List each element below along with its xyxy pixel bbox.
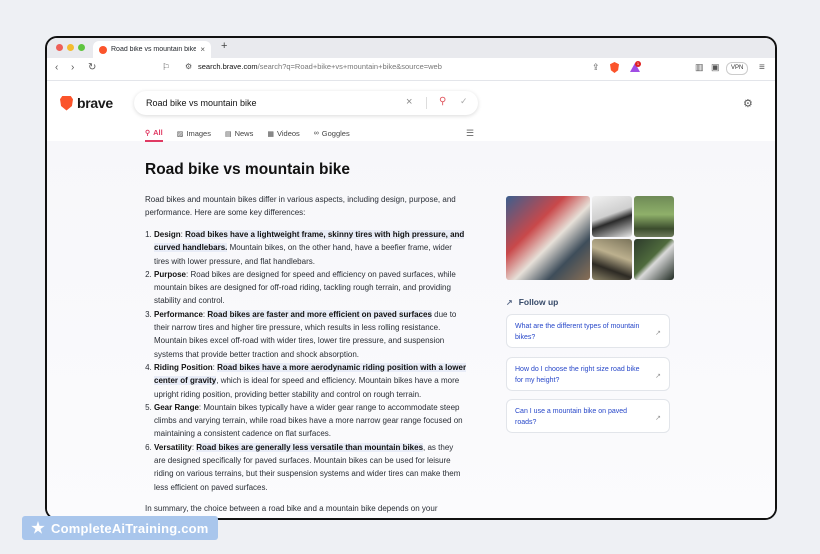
- minimize-window-button[interactable]: [67, 44, 74, 51]
- arrow-up-right-icon: ↗: [655, 415, 661, 422]
- mountain-bike-image[interactable]: [634, 239, 674, 280]
- tab-goggles[interactable]: ∞ Goggles: [314, 128, 350, 142]
- answer-title: Road bike vs mountain bike: [145, 161, 350, 178]
- road-bike-image[interactable]: [592, 196, 632, 237]
- bike-comparison-image[interactable]: [592, 239, 632, 280]
- search-icon: ⚲: [145, 129, 151, 137]
- follow-up-question[interactable]: Can I use a mountain bike on paved roads…: [506, 399, 670, 433]
- tab-title: Road bike vs mountain bike: [111, 46, 197, 53]
- result-type-tabs: ⚲ All ▨ Images ▤ News ▦ Videos ∞ Goggles: [145, 128, 350, 142]
- maximize-window-button[interactable]: [78, 44, 85, 51]
- follow-up-question[interactable]: How do I choose the right size road bike…: [506, 357, 670, 391]
- reload-icon[interactable]: ↻: [88, 62, 96, 73]
- forward-icon[interactable]: ›: [71, 62, 74, 73]
- list-item: Riding Position: Road bikes have a more …: [154, 361, 467, 401]
- filter-settings-icon[interactable]: ☰: [466, 128, 474, 139]
- list-item: Performance: Road bikes are faster and m…: [154, 308, 467, 361]
- mountain-biker-image[interactable]: [634, 196, 674, 237]
- brave-wordmark: brave: [77, 95, 113, 111]
- browser-window: Road bike vs mountain bike × + ‹ › ↻ ⚐ ⚙…: [45, 36, 777, 520]
- clear-icon[interactable]: ×: [406, 96, 412, 108]
- new-tab-button[interactable]: +: [221, 40, 227, 52]
- bookmark-icon[interactable]: ⚐: [162, 62, 170, 73]
- close-window-button[interactable]: [56, 44, 63, 51]
- notification-badge: 1: [635, 61, 641, 67]
- sparkle-icon: [31, 521, 45, 534]
- arrow-up-right-icon: ↗: [655, 330, 661, 337]
- tab-images[interactable]: ▨ Images: [177, 128, 211, 142]
- tab-videos[interactable]: ▦ Videos: [267, 128, 299, 142]
- watermark-text: CompleteAiTraining.com: [51, 520, 209, 536]
- answer-intro: Road bikes and mountain bikes differ in …: [145, 195, 456, 217]
- image-icon: ▨: [176, 130, 184, 138]
- cyclists-race-image[interactable]: [506, 196, 590, 280]
- tab-close-button[interactable]: ×: [200, 45, 205, 54]
- follow-up-heading: ↗ Follow up: [506, 297, 559, 307]
- brave-favicon-icon: [99, 45, 107, 54]
- follow-up-arrow-icon: ↗: [506, 297, 513, 307]
- ai-answer: Road bike vs mountain bike Road bikes an…: [145, 161, 467, 515]
- tab-news[interactable]: ▤ News: [225, 128, 253, 142]
- differences-list: Design: Road bikes have a lightweight fr…: [145, 228, 467, 494]
- share-icon[interactable]: ⇪: [592, 62, 600, 73]
- list-item: Versatility: Road bikes are generally le…: [154, 441, 467, 494]
- address-bar[interactable]: search.brave.com/search?q=Road+bike+vs+m…: [198, 62, 442, 71]
- wallet-icon[interactable]: ▣: [711, 62, 720, 73]
- browser-toolbar: ‹ › ↻ ⚐ ⚙ search.brave.com/search?q=Road…: [47, 58, 775, 81]
- search-box[interactable]: Road bike vs mountain bike × ⚲ ✓: [134, 91, 478, 115]
- back-icon[interactable]: ‹: [55, 62, 58, 73]
- menu-icon[interactable]: ≡: [759, 62, 765, 73]
- brave-shields-icon[interactable]: [610, 62, 619, 73]
- search-icon[interactable]: ⚲: [439, 96, 446, 107]
- list-item: Purpose: Road bikes are designed for spe…: [154, 268, 467, 308]
- search-results-page: brave Road bike vs mountain bike × ⚲ ✓ ⚙…: [47, 81, 775, 518]
- goggles-icon: ∞: [313, 130, 319, 137]
- site-settings-icon[interactable]: ⚙: [185, 62, 192, 71]
- browser-tab[interactable]: Road bike vs mountain bike ×: [93, 41, 211, 58]
- sidebar-icon[interactable]: ▥: [695, 62, 704, 73]
- follow-up-question[interactable]: What are the different types of mountain…: [506, 314, 670, 348]
- vpn-button[interactable]: VPN: [726, 62, 749, 75]
- brave-logo[interactable]: brave: [60, 95, 113, 111]
- brave-lion-icon: [60, 95, 73, 111]
- image-gallery: [506, 196, 674, 280]
- answer-summary: In summary, the choice between a road bi…: [145, 503, 438, 513]
- search-input[interactable]: Road bike vs mountain bike: [146, 98, 257, 108]
- list-item: Gear Range: Mountain bikes typically hav…: [154, 401, 467, 441]
- tab-all[interactable]: ⚲ All: [145, 128, 163, 142]
- settings-gear-icon[interactable]: ⚙: [743, 97, 753, 110]
- arrow-up-right-icon: ↗: [655, 373, 661, 380]
- tab-bar: Road bike vs mountain bike × +: [47, 38, 775, 58]
- video-icon: ▦: [267, 130, 274, 138]
- list-item: Design: Road bikes have a lightweight fr…: [154, 228, 467, 268]
- submit-check-icon[interactable]: ✓: [460, 96, 468, 107]
- watermark-banner: CompleteAiTraining.com: [22, 516, 218, 540]
- search-divider: [426, 97, 427, 109]
- news-icon: ▤: [224, 130, 232, 138]
